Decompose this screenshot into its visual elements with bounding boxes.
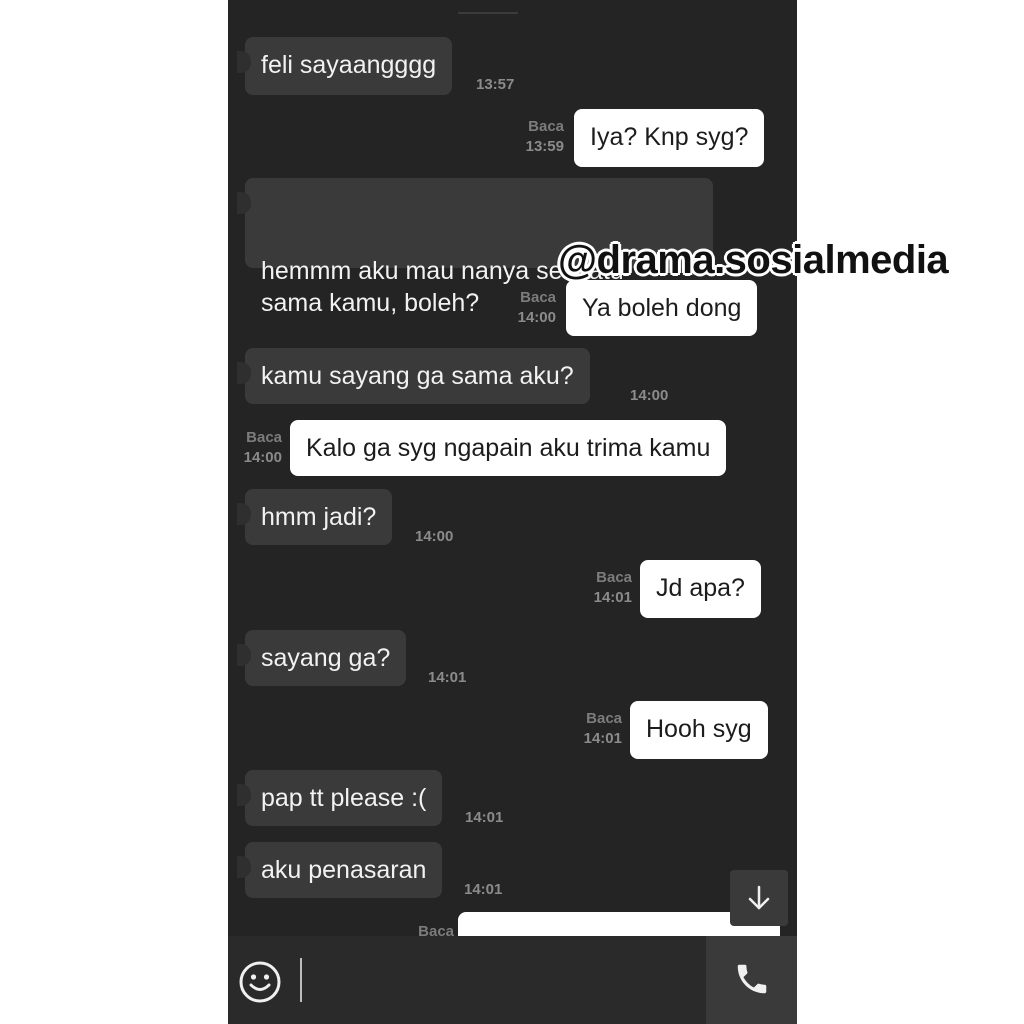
message-composer — [228, 936, 797, 1024]
message-bubble-incoming[interactable]: feli sayaangggg — [237, 37, 453, 95]
bubble-tail — [237, 856, 251, 878]
bubble-tail — [237, 644, 251, 666]
bubble-tail — [237, 784, 251, 806]
message-row-outgoing: Baca 14:01 Hooh syg — [228, 701, 797, 761]
message-meta: Baca — [404, 922, 454, 936]
call-button[interactable] — [706, 936, 797, 1024]
bubble-tail — [237, 51, 251, 73]
message-row-incoming: sayang ga? 14:01 — [228, 630, 797, 690]
message-text: Iya? Knp syg? — [590, 123, 749, 151]
bubble-tail — [237, 503, 251, 525]
message-bubble-incoming[interactable]: hmm jadi? — [237, 489, 393, 545]
message-row-incoming: feli sayaangggg 13:57 — [228, 37, 797, 97]
message-bubble-incoming[interactable]: pap tt please :( — [237, 770, 443, 826]
message-input[interactable] — [228, 936, 706, 1024]
bubble-tail — [237, 362, 251, 384]
read-label: Baca — [586, 710, 622, 727]
status-area — [458, 0, 538, 14]
watermark-text: @drama.sosialmedia — [558, 238, 949, 282]
emoji-button[interactable] — [238, 960, 282, 1004]
message-meta: Baca 14:00 — [234, 428, 282, 468]
bubble-tail — [237, 192, 251, 214]
message-row-incoming: kamu sayang ga sama aku? 14:00 — [228, 348, 797, 408]
message-text: kamu sayang ga sama aku? — [261, 362, 574, 390]
message-meta: Baca 14:00 — [506, 288, 556, 328]
message-bubble-incoming[interactable]: sayang ga? — [237, 630, 407, 686]
message-row-incoming: pap tt please :( 14:01 — [228, 770, 797, 830]
message-time: 14:01 — [583, 730, 622, 747]
message-time: 14:01 — [464, 881, 503, 898]
message-row-incoming: hmm jadi? 14:00 — [228, 489, 797, 549]
phone-icon — [737, 964, 767, 994]
message-row-outgoing: Baca 14:00 Kalo ga syg ngapain aku trima… — [228, 420, 797, 480]
arrow-down-icon — [748, 885, 770, 910]
message-text: feli sayaangggg — [261, 51, 437, 79]
message-meta: Baca 13:59 — [514, 117, 564, 157]
message-row-outgoing: Baca 14:01 Jd apa? — [228, 560, 797, 620]
message-text: hmm jadi? — [261, 503, 377, 531]
message-bubble-outgoing[interactable]: Kalo ga syg ngapain aku trima kamu — [290, 420, 727, 476]
message-time: 13:57 — [476, 76, 515, 93]
message-time: 14:01 — [593, 589, 632, 606]
message-text: aku penasaran — [261, 856, 427, 884]
text-cursor — [300, 958, 302, 1002]
message-time: 14:01 — [428, 669, 467, 686]
message-bubble-incoming[interactable]: aku penasaran — [237, 842, 443, 898]
read-label: Baca — [418, 923, 454, 936]
message-time: 14:00 — [630, 387, 669, 404]
read-label: Baca — [528, 118, 564, 135]
message-text: Jd apa? — [656, 574, 745, 602]
message-bubble-outgoing[interactable]: Ya boleh dong — [566, 280, 758, 336]
message-row-outgoing: Baca 14:00 Ya boleh dong — [228, 280, 797, 340]
message-text: Hooh syg — [646, 715, 752, 743]
message-text: sayang ga? — [261, 644, 391, 672]
chat-screen: feli sayaangggg 13:57 Baca 13:59 Iya? Kn… — [228, 0, 797, 1024]
message-text: Kalo ga syg ngapain aku trima kamu — [306, 434, 711, 462]
message-text: pap tt please :( — [261, 784, 427, 812]
scroll-to-bottom-button[interactable] — [730, 870, 788, 926]
message-bubble-outgoing[interactable]: Jd apa? — [640, 560, 761, 618]
message-time: 14:00 — [243, 449, 282, 466]
read-label: Baca — [246, 429, 282, 446]
message-row-incoming: aku penasaran 14:01 — [228, 842, 797, 902]
divider — [458, 12, 518, 14]
message-meta: Baca 14:01 — [582, 568, 632, 608]
message-row-outgoing: Baca 13:59 Iya? Knp syg? — [228, 109, 797, 169]
message-text: Ya boleh dong — [582, 294, 742, 322]
smiley-icon — [239, 961, 281, 1003]
message-time: 14:01 — [465, 809, 504, 826]
message-bubble-outgoing[interactable]: Hooh syg — [630, 701, 768, 759]
message-meta: Baca 14:01 — [572, 709, 622, 749]
message-time: 13:59 — [525, 138, 564, 155]
message-time: 14:00 — [517, 309, 556, 326]
read-label: Baca — [596, 569, 632, 586]
message-row-outgoing: Baca — [228, 912, 797, 936]
message-bubble-outgoing[interactable]: Iya? Knp syg? — [574, 109, 765, 167]
message-time: 14:00 — [415, 528, 454, 545]
message-bubble-incoming[interactable]: kamu sayang ga sama aku? — [237, 348, 590, 404]
read-label: Baca — [520, 289, 556, 306]
